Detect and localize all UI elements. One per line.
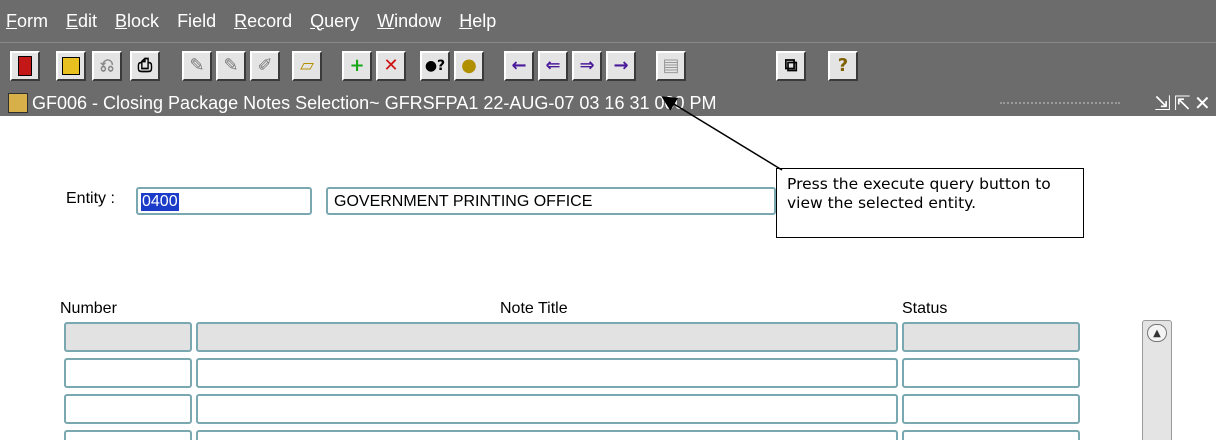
entity-code-value: 0400	[141, 193, 179, 211]
enter-query-icon[interactable]: ●?	[420, 51, 450, 81]
edit2-icon[interactable]: ✎	[216, 51, 246, 81]
status-cell[interactable]	[902, 394, 1080, 424]
status-cell[interactable]	[902, 322, 1080, 352]
next-record-icon[interactable]: ⇒	[572, 51, 602, 81]
menu-bar: Form Edit Block Field Record Query Windo…	[0, 0, 1216, 42]
close-icon[interactable]: ✕	[1194, 91, 1211, 115]
entity-label: Entity :	[66, 190, 115, 207]
insert-record-icon[interactable]: +	[342, 51, 372, 81]
edit-icon[interactable]: ✎	[182, 51, 212, 81]
list-icon[interactable]: ▤	[656, 51, 686, 81]
edit3-icon[interactable]: ✐	[250, 51, 280, 81]
scroll-up-button[interactable]: ▲	[1142, 320, 1172, 346]
number-cell[interactable]	[64, 322, 192, 352]
next-block-icon[interactable]: →	[606, 51, 636, 81]
entity-code-input[interactable]: 0400	[136, 187, 312, 215]
menu-help[interactable]: Help	[459, 11, 496, 32]
help-window-icon[interactable]: ⧉	[776, 51, 806, 81]
clear-icon[interactable]: ▱	[292, 51, 322, 81]
delete-record-icon[interactable]: ✕	[376, 51, 406, 81]
previous-block-icon[interactable]: ←	[504, 51, 534, 81]
entity-name-field[interactable]: GOVERNMENT PRINTING OFFICE	[326, 187, 776, 215]
status-cell[interactable]	[902, 430, 1080, 440]
chevron-up-icon: ▲	[1147, 324, 1167, 342]
app-icon	[8, 93, 28, 113]
print-icon[interactable]: ⎙	[130, 51, 160, 81]
menu-edit[interactable]: Edit	[66, 11, 97, 32]
execute-query-icon[interactable]: ●	[454, 51, 484, 81]
maximize-icon[interactable]: ⇱	[1174, 91, 1191, 115]
menu-query[interactable]: Query	[310, 11, 359, 32]
note-title-cell[interactable]	[196, 430, 898, 440]
note-title-cell[interactable]	[196, 322, 898, 352]
exit-icon[interactable]	[10, 51, 40, 81]
menu-form[interactable]: Form	[6, 11, 48, 32]
toolbar: ⎌ ⎙ ✎ ✎ ✐ ▱ + ✕ ●? ● ← ⇐ ⇒ → ▤ ⧉ ?	[0, 42, 1216, 90]
menu-field[interactable]: Field	[177, 11, 216, 32]
status-cell[interactable]	[902, 358, 1080, 388]
note-title-cell[interactable]	[196, 358, 898, 388]
number-cell[interactable]	[64, 358, 192, 388]
save-icon[interactable]	[56, 51, 86, 81]
column-header-note-title: Note Title	[500, 300, 568, 317]
menu-window[interactable]: Window	[377, 11, 441, 32]
window-title: GF006 - Closing Package Notes Selection~…	[32, 92, 717, 113]
column-header-status: Status	[902, 300, 948, 317]
menu-block[interactable]: Block	[115, 11, 159, 32]
rollback-icon[interactable]: ⎌	[92, 51, 122, 81]
minimize-icon[interactable]: ⇲	[1154, 91, 1171, 115]
window-title-bar: GF006 - Closing Package Notes Selection~…	[0, 90, 1216, 116]
menu-record[interactable]: Record	[234, 11, 292, 32]
form-body: Entity : 0400 GOVERNMENT PRINTING OFFICE…	[0, 116, 1216, 440]
help-icon[interactable]: ?	[828, 51, 858, 81]
column-header-number: Number	[60, 300, 117, 317]
number-cell[interactable]	[64, 430, 192, 440]
number-cell[interactable]	[64, 394, 192, 424]
note-title-cell[interactable]	[196, 394, 898, 424]
callout-annotation: Press the execute query button to view t…	[776, 168, 1084, 238]
title-dots	[1000, 102, 1120, 106]
previous-record-icon[interactable]: ⇐	[538, 51, 568, 81]
